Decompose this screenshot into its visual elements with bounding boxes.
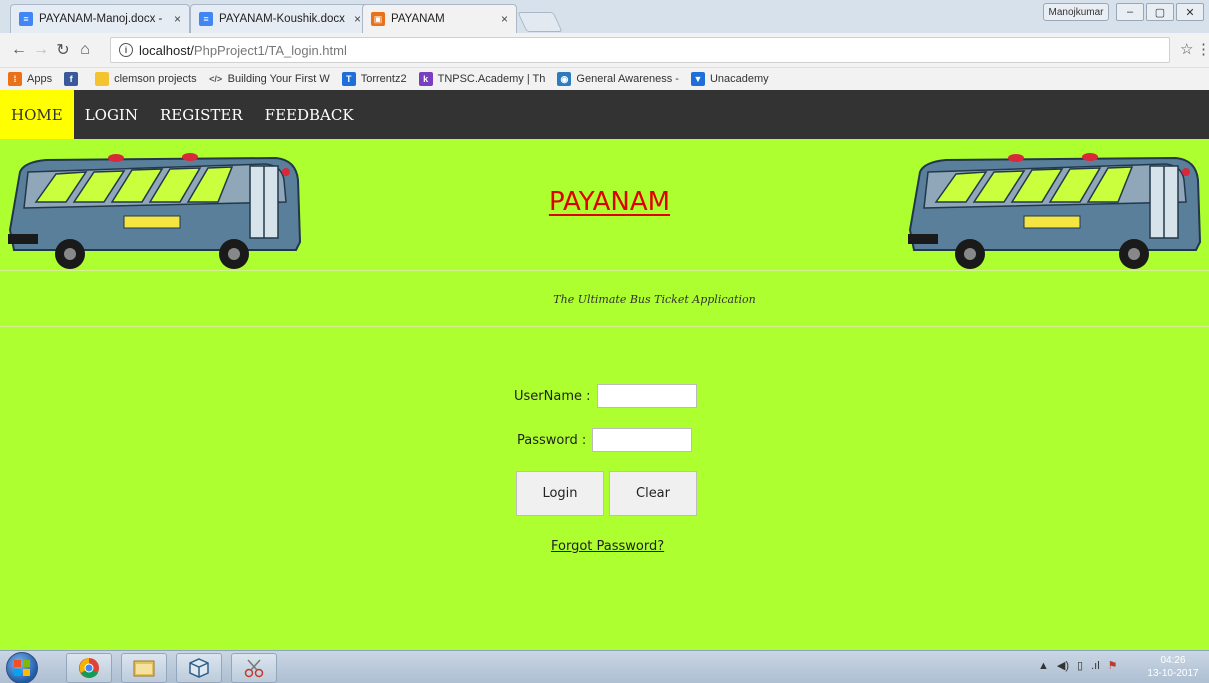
- clock-time: 04:26: [1160, 655, 1186, 666]
- bookmark-star-icon[interactable]: ☆: [1180, 40, 1193, 58]
- tab-title: PAYANAM-Manoj.docx -: [39, 13, 163, 25]
- username-input[interactable]: [596, 384, 697, 408]
- divider: [0, 270, 1209, 271]
- maximize-button[interactable]: ▢: [1146, 3, 1174, 21]
- scissors-icon: [244, 659, 264, 678]
- login-button[interactable]: Login: [516, 471, 604, 516]
- bookmark-torrentz[interactable]: T Torrentz2: [341, 72, 407, 86]
- page-favicon: ▣: [371, 12, 385, 26]
- cube-icon: [189, 658, 209, 678]
- close-icon[interactable]: ×: [354, 12, 361, 26]
- divider: [0, 326, 1209, 327]
- browser-tab-payanam[interactable]: ▣ PAYANAM ×: [362, 4, 517, 33]
- info-icon[interactable]: i: [119, 43, 133, 57]
- forgot-password-link[interactable]: Forgot Password?: [551, 539, 664, 554]
- site-title: PAYANAM: [548, 187, 671, 217]
- tnpsc-icon: k: [418, 72, 433, 86]
- docs-icon: ≡: [19, 12, 33, 26]
- bookmark-clemson[interactable]: clemson projects: [95, 72, 197, 86]
- top-navbar: HOME LOGIN REGISTER FEEDBACK: [0, 90, 1209, 139]
- start-button[interactable]: [6, 652, 38, 683]
- page-content: HOME LOGIN REGISTER FEEDBACK PAYANAM The…: [0, 90, 1209, 650]
- battery-icon[interactable]: ▯: [1077, 659, 1083, 672]
- bookmark-facebook[interactable]: f: [64, 72, 83, 86]
- back-icon[interactable]: ←: [8, 41, 30, 59]
- tagline: The Ultimate Bus Ticket Application: [553, 293, 756, 306]
- windows-logo-icon: [14, 660, 30, 676]
- bookmark-general[interactable]: ◉ General Awareness -: [557, 72, 679, 86]
- bookmark-label: Building Your First W: [227, 73, 330, 85]
- bookmark-label: Unacademy: [709, 73, 769, 85]
- taskbar-virtualbox[interactable]: [176, 653, 222, 683]
- password-row: Password :: [517, 428, 693, 452]
- browser-tab-manoj[interactable]: ≡ PAYANAM-Manoj.docx - ×: [10, 4, 190, 33]
- bookmark-label: Apps: [27, 73, 53, 85]
- bookmark-apps[interactable]: ⁞ Apps: [8, 72, 52, 86]
- close-icon[interactable]: ×: [174, 12, 181, 26]
- close-icon[interactable]: ×: [501, 12, 508, 26]
- browser-tab-koushik[interactable]: ≡ PAYANAM-Koushik.docx ×: [190, 4, 370, 33]
- address-bar[interactable]: i localhost/PhpProject1/TA_login.html: [110, 37, 1170, 63]
- home-icon[interactable]: ⌂: [74, 41, 96, 59]
- action-center-icon[interactable]: ⚑: [1108, 659, 1118, 672]
- bookmark-label: clemson projects: [114, 73, 197, 85]
- bookmark-building[interactable]: </> Building Your First W: [209, 72, 330, 86]
- browser-user-badge[interactable]: Manojkumar: [1043, 3, 1109, 21]
- reload-icon[interactable]: ↻: [52, 40, 74, 60]
- nav-login[interactable]: LOGIN: [74, 90, 149, 139]
- clear-button[interactable]: Clear: [609, 471, 697, 516]
- bookmark-label: TNPSC.Academy | Th: [437, 73, 546, 85]
- browser-menu-icon[interactable]: ⋮: [1196, 40, 1209, 58]
- username-row: UserName :: [514, 384, 697, 408]
- bookmark-unacademy[interactable]: ▼ Unacademy: [690, 72, 769, 86]
- nav-home[interactable]: HOME: [0, 90, 74, 139]
- close-window-button[interactable]: ✕: [1176, 3, 1204, 21]
- show-hidden-icons-icon[interactable]: ▲: [1038, 660, 1049, 672]
- forward-icon[interactable]: →: [30, 41, 52, 59]
- apps-icon: ⁞: [8, 72, 22, 86]
- chrome-icon: [79, 658, 99, 678]
- minimize-button[interactable]: –: [1116, 3, 1144, 21]
- folder-icon: [95, 72, 110, 86]
- bookmarks-bar: ⁞ Apps f clemson projects </> Building Y…: [0, 68, 1209, 90]
- docs-icon: ≡: [199, 12, 213, 26]
- unacademy-icon: ▼: [690, 72, 705, 86]
- system-tray: ▲ ◀) ▯ .ıl ⚑: [1038, 659, 1126, 673]
- new-tab-button[interactable]: [517, 12, 563, 32]
- taskbar-clock[interactable]: 04:26 13-10-2017: [1142, 654, 1204, 680]
- windows-taskbar: ▲ ◀) ▯ .ıl ⚑ 04:26 13-10-2017: [0, 650, 1209, 683]
- browser-tabstrip: ≡ PAYANAM-Manoj.docx - × ≡ PAYANAM-Koush…: [0, 0, 1209, 33]
- owl-icon: ◉: [557, 72, 572, 86]
- code-icon: </>: [209, 74, 223, 84]
- url-host: localhost/: [139, 42, 194, 58]
- facebook-icon: f: [64, 72, 79, 86]
- url-path: PhpProject1/TA_login.html: [193, 42, 347, 58]
- torrentz-icon: T: [341, 72, 356, 86]
- bookmark-label: General Awareness -: [576, 73, 679, 85]
- username-label: UserName :: [514, 388, 591, 404]
- tab-title: PAYANAM-Koushik.docx: [219, 13, 345, 25]
- speaker-icon[interactable]: ◀): [1057, 659, 1069, 672]
- folder-icon: [133, 660, 155, 677]
- browser-toolbar: ← → ↻ ⌂ i localhost/PhpProject1/TA_login…: [0, 33, 1209, 68]
- clock-date: 13-10-2017: [1147, 668, 1199, 679]
- nav-register[interactable]: REGISTER: [149, 90, 254, 139]
- network-signal-icon[interactable]: .ıl: [1091, 660, 1100, 672]
- password-input[interactable]: [592, 428, 693, 452]
- tab-title: PAYANAM: [391, 13, 445, 25]
- taskbar-chrome[interactable]: [66, 653, 112, 683]
- taskbar-snipping-tool[interactable]: [231, 653, 277, 683]
- taskbar-explorer[interactable]: [121, 653, 167, 683]
- window-controls: – ▢ ✕: [1116, 3, 1206, 21]
- password-label: Password :: [517, 432, 587, 448]
- bookmark-tnpsc[interactable]: k TNPSC.Academy | Th: [418, 72, 546, 86]
- nav-feedback[interactable]: FEEDBACK: [254, 90, 365, 139]
- bookmark-label: Torrentz2: [360, 73, 407, 85]
